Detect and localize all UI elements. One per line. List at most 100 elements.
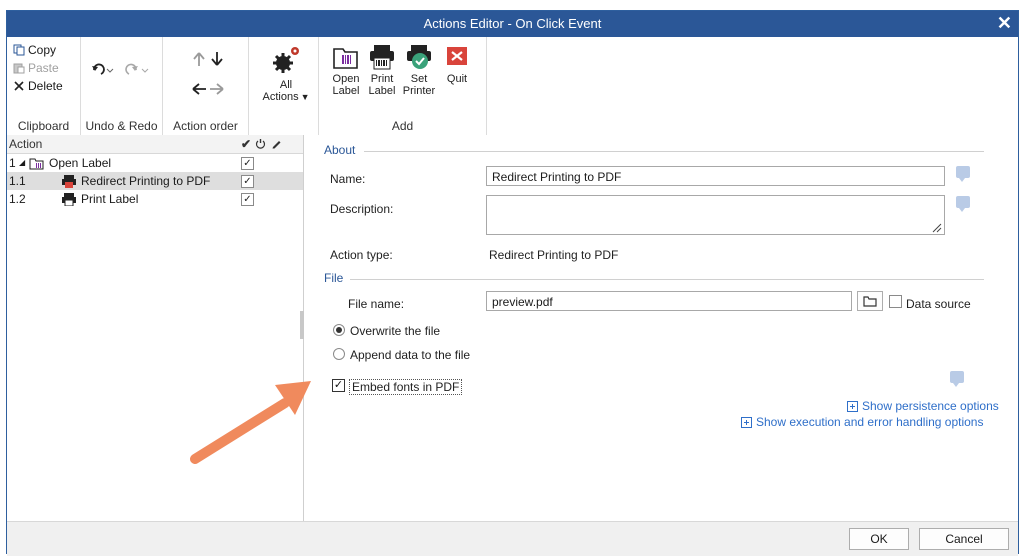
printer-icon	[62, 193, 76, 206]
copy-icon	[13, 44, 25, 56]
expand-plus-icon	[741, 416, 752, 428]
browse-button[interactable]	[857, 291, 883, 311]
show-execution-link[interactable]: Show execution and error handling option…	[741, 415, 983, 429]
tree-row-number: 1.2	[9, 192, 26, 206]
append-label: Append data to the file	[350, 348, 471, 362]
append-radio[interactable]	[333, 348, 345, 360]
annotation-arrow-icon	[190, 381, 311, 464]
tree-row-print-label[interactable]: 1.2 Print Label ✓	[7, 190, 303, 208]
clipboard-group-label: Clipboard	[17, 119, 70, 133]
add-group-label: Add	[391, 119, 414, 133]
add-group: Open Label Print Label Set Printer Quit …	[319, 37, 487, 135]
paste-icon	[13, 63, 25, 74]
help-icon[interactable]	[956, 166, 970, 182]
undo-icon	[92, 63, 114, 75]
print-label-button[interactable]: Print Label	[365, 43, 399, 97]
overwrite-radio[interactable]	[333, 324, 345, 336]
data-source-label: Data source	[906, 297, 971, 311]
action-type-value: Redirect Printing to PDF	[489, 248, 619, 262]
about-divider	[364, 151, 984, 152]
file-divider	[350, 279, 984, 280]
redo-icon	[125, 63, 149, 75]
tree-row-number: 1	[9, 156, 16, 170]
set-printer-button[interactable]: Set Printer	[401, 43, 437, 97]
quit-icon	[447, 47, 467, 65]
tree-row-number: 1.1	[9, 174, 26, 188]
redirect-pdf-printer-icon	[62, 175, 76, 188]
tree-row-open-label[interactable]: 1 ◢ Open Label ✓	[7, 154, 303, 172]
set-printer-icon	[407, 45, 431, 69]
file-name-input[interactable]: preview.pdf	[486, 291, 852, 311]
tree-row-label: Redirect Printing to PDF	[81, 174, 211, 188]
undo-button[interactable]	[91, 63, 117, 77]
move-down-icon[interactable]	[209, 51, 225, 67]
all-actions-line2: Actions	[262, 91, 299, 103]
dialog-button-bar: OK Cancel	[7, 521, 1018, 556]
file-section-title: File	[324, 271, 344, 285]
open-label-button[interactable]: Open Label	[329, 43, 363, 97]
data-source-checkbox[interactable]	[889, 295, 902, 308]
open-label-icon	[333, 48, 358, 69]
undo-redo-group: Undo & Redo	[81, 37, 163, 135]
enabled-column-icon[interactable]: ✔	[241, 137, 251, 151]
tree-header-action: Action	[9, 137, 43, 151]
all-actions-group: All Actions ▼	[249, 37, 319, 135]
enabled-checkbox[interactable]: ✓	[241, 193, 254, 206]
pencil-column-icon[interactable]	[271, 138, 282, 149]
properties-pane: About Name: Redirect Printing to PDF Des…	[304, 135, 1018, 521]
tree-row-redirect-printing[interactable]: 1.1 Redirect Printing to PDF ✓	[7, 172, 303, 190]
delete-label: Delete	[28, 79, 63, 93]
print-label-line2: Label	[368, 85, 396, 97]
tree-header: Action ✔	[7, 135, 303, 154]
help-icon[interactable]	[956, 196, 970, 212]
enabled-checkbox[interactable]: ✓	[241, 157, 254, 170]
chevron-down-icon: ▼	[300, 92, 310, 102]
quit-label: Quit	[446, 73, 468, 85]
all-actions-line1: All	[279, 79, 293, 91]
show-execution-label: Show execution and error handling option…	[756, 415, 984, 429]
show-persistence-link[interactable]: Show persistence options	[847, 399, 999, 413]
delete-icon	[14, 81, 24, 91]
paste-label: Paste	[28, 61, 59, 75]
description-textarea[interactable]	[486, 195, 945, 235]
expand-plus-icon	[847, 400, 858, 412]
action-order-group-label: Action order	[173, 119, 238, 133]
gears-icon	[273, 47, 299, 73]
collapse-icon[interactable]: ◢	[19, 158, 25, 167]
folder-icon	[863, 296, 877, 307]
redo-button[interactable]	[125, 63, 151, 77]
paste-button[interactable]: Paste	[13, 61, 59, 75]
tree-row-label: Open Label	[49, 156, 112, 170]
cancel-button[interactable]: Cancel	[919, 528, 1009, 550]
undo-redo-group-label: Undo & Redo	[85, 119, 158, 133]
copy-button[interactable]: Copy	[13, 43, 56, 57]
move-right-icon[interactable]	[209, 81, 225, 97]
delete-button[interactable]: Delete	[13, 79, 63, 93]
help-icon[interactable]	[950, 371, 964, 387]
power-column-icon[interactable]	[255, 138, 266, 149]
print-label-line1: Print	[370, 73, 394, 85]
ribbon: Copy Paste Delete Clipboard Undo & Redo	[7, 37, 1018, 136]
ok-button[interactable]: OK	[849, 528, 909, 550]
enabled-checkbox[interactable]: ✓	[241, 175, 254, 188]
description-label: Description:	[330, 202, 394, 216]
quit-button[interactable]: Quit	[441, 43, 473, 85]
overwrite-label: Overwrite the file	[350, 324, 441, 338]
tree-row-label: Print Label	[81, 192, 139, 206]
file-name-label: File name:	[348, 297, 405, 311]
close-icon[interactable]: ✕	[997, 13, 1012, 34]
set-printer-line1: Set	[410, 73, 428, 85]
about-section-title: About	[324, 143, 356, 157]
copy-label: Copy	[28, 43, 57, 57]
name-input[interactable]: Redirect Printing to PDF	[486, 166, 945, 186]
move-left-icon[interactable]	[191, 81, 207, 97]
all-actions-button[interactable]: All Actions ▼	[257, 43, 315, 103]
title-bar: Actions Editor - On Click Event ✕	[7, 11, 1018, 37]
action-order-group: Action order	[163, 37, 249, 135]
resize-grip-icon[interactable]	[932, 223, 942, 233]
embed-fonts-label: Embed fonts in PDF	[349, 379, 463, 395]
embed-fonts-checkbox[interactable]: ✓	[332, 379, 345, 392]
window-title: Actions Editor - On Click Event	[423, 16, 602, 31]
move-up-icon[interactable]	[191, 51, 207, 67]
clipboard-group: Copy Paste Delete Clipboard	[7, 37, 81, 135]
